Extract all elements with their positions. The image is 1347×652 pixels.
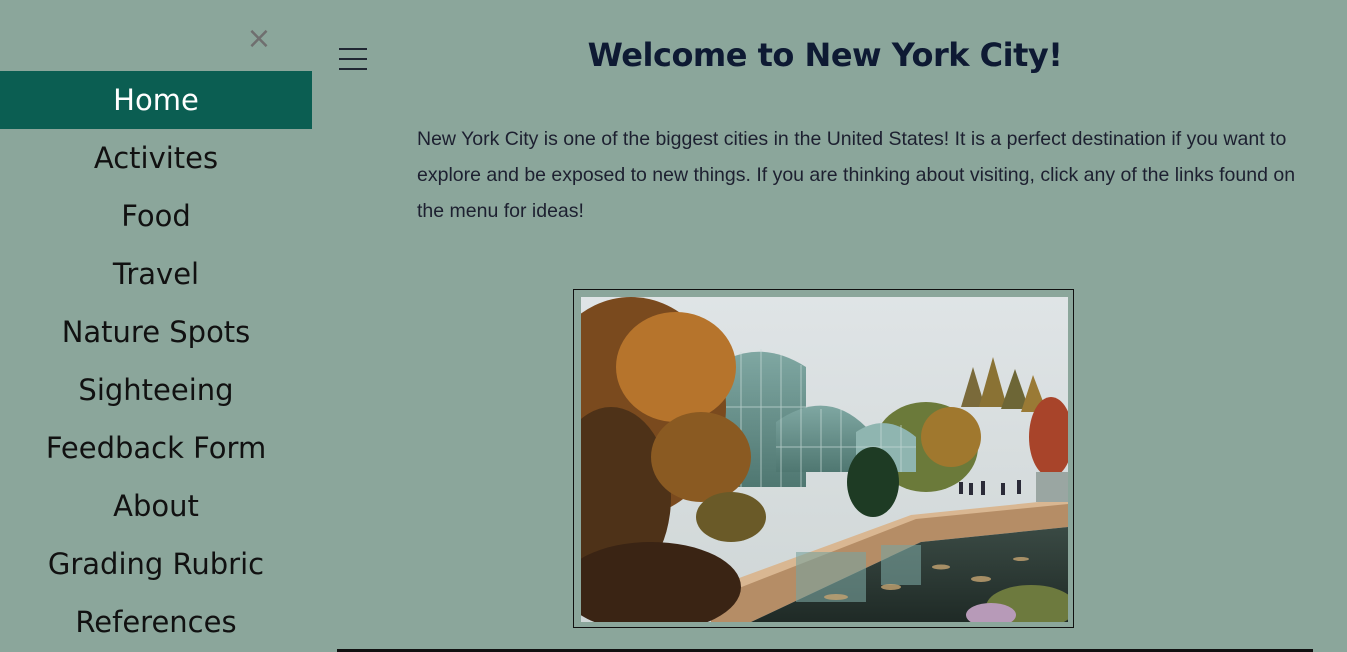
sidebar-item-nature-spots[interactable]: Nature Spots [0,303,312,361]
sidebar-item-home[interactable]: Home [0,71,312,129]
sidebar-item-activities[interactable]: Activites [0,129,312,187]
sidebar-item-references[interactable]: References [0,593,312,651]
sidebar-item-food[interactable]: Food [0,187,312,245]
page-title: Welcome to New York City! [587,36,1063,74]
conservatory-garden-photo [581,297,1068,622]
photo-frame [573,289,1074,628]
sidebar-item-travel[interactable]: Travel [0,245,312,303]
nav-list: Home Activites Food Travel Nature Spots … [0,71,312,651]
sidebar-nav: × Home Activites Food Travel Nature Spot… [0,0,312,652]
intro-paragraph: New York City is one of the biggest citi… [417,128,1296,222]
sidebar-item-feedback-form[interactable]: Feedback Form [0,419,312,477]
sidebar-item-grading-rubric[interactable]: Grading Rubric [0,535,312,593]
close-icon[interactable]: × [244,22,274,56]
sidebar-item-sightseeing[interactable]: Sighteeing [0,361,312,419]
sidebar-item-about[interactable]: About [0,477,312,535]
